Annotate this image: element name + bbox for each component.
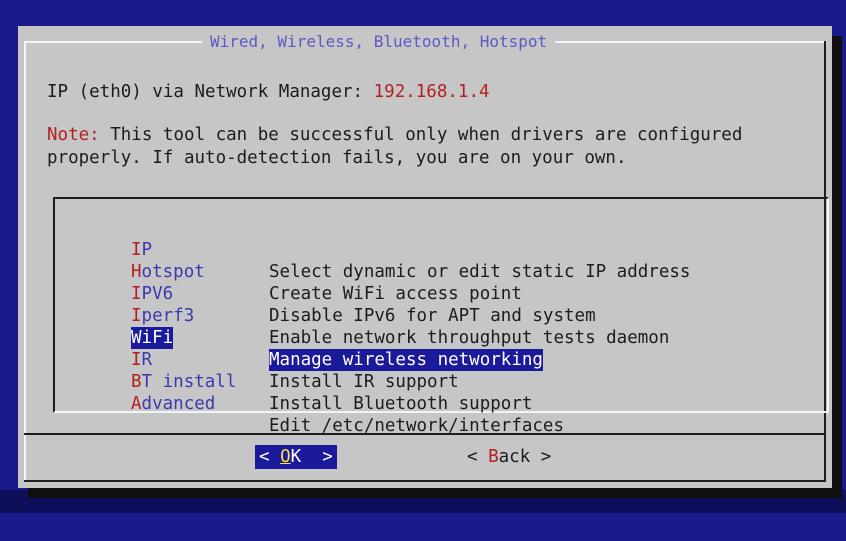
menu-tag-hotkey: A: [131, 394, 142, 414]
menu-item-bt-install[interactable]: BT install Install Bluetooth support: [55, 349, 735, 414]
dialog-title: Wired, Wireless, Bluetooth, Hotspot: [202, 32, 556, 52]
ok-button-label: K >: [290, 447, 333, 467]
menu-item-ip[interactable]: IP Select dynamic or edit static IP addr…: [55, 217, 735, 282]
menu-tag: Advanced: [131, 393, 215, 415]
menu-description: Install Bluetooth support: [269, 394, 533, 414]
screen-background: [0, 490, 846, 513]
note-line-2: properly. If auto-detection fails, you a…: [47, 148, 627, 168]
back-button[interactable]: < Back >: [467, 445, 551, 469]
back-button-label: ack >: [498, 447, 552, 467]
menu-item-ipv6[interactable]: IPV6 Disable IPv6 for APT and system: [55, 261, 735, 326]
button-bar: < OK > < Back >: [18, 445, 832, 469]
menu-item-wifi[interactable]: WiFi Manage wireless networking: [55, 305, 735, 371]
menu-list: IP Select dynamic or edit static IP addr…: [53, 197, 829, 436]
note-text-1: This tool can be successful only when dr…: [99, 125, 743, 145]
ok-button-bracket: <: [259, 447, 281, 467]
network-dialog: Wired, Wireless, Bluetooth, Hotspot IP (…: [18, 26, 832, 488]
menu-item-advanced[interactable]: Advanced Edit /etc/network/interfaces: [55, 371, 735, 436]
ip-info-label: IP (eth0) via Network Manager:: [47, 82, 374, 102]
dialog-border-left: [24, 41, 26, 482]
ip-address: 192.168.1.4: [373, 82, 490, 102]
ok-button[interactable]: < OK >: [255, 445, 337, 469]
menu-item-hotspot[interactable]: Hotspot Create WiFi access point: [55, 239, 735, 304]
back-button-hotkey: B: [488, 447, 499, 467]
ip-info-line: IP (eth0) via Network Manager: 192.168.1…: [47, 81, 490, 103]
menu-item-iperf3[interactable]: Iperf3 Enable network throughput tests d…: [55, 283, 735, 348]
menu-tag-rest: dvanced: [141, 394, 216, 414]
menu-item-ir[interactable]: IR Install IR support: [55, 327, 735, 392]
note-line-1: Note: This tool can be successful only w…: [47, 124, 742, 146]
note-label: Note:: [47, 125, 100, 145]
button-divider: [24, 433, 826, 435]
dialog-border-bottom: [24, 480, 826, 482]
back-button-bracket: <: [467, 447, 489, 467]
ok-button-hotkey: O: [280, 447, 291, 467]
